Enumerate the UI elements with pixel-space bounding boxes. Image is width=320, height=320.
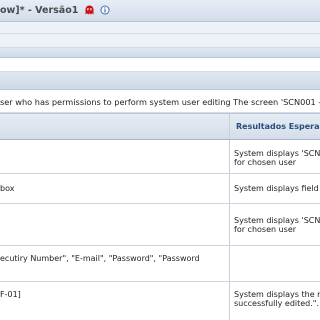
info-icon[interactable] <box>100 5 110 15</box>
steps-table: Resultados Esperad System displays 'SCN0… <box>0 113 320 320</box>
expected-text-line2: for chosen user <box>234 158 297 167</box>
action-cell <box>0 140 230 173</box>
table-row[interactable]: System displays 'SCN0 for chosen user <box>0 140 320 174</box>
action-cell: F-01] <box>0 282 230 320</box>
expected-cell: System displays the m successfully edite… <box>231 282 320 320</box>
action-header-cell <box>0 114 230 139</box>
ghost-icon[interactable] <box>85 5 94 15</box>
expected-cell <box>231 246 320 281</box>
action-text: box <box>0 184 15 193</box>
table-row[interactable]: System displays 'SCN0 for chosen user <box>0 204 320 246</box>
expected-cell: System displays field <box>231 174 320 203</box>
expected-cell: System displays 'SCN0 for chosen user <box>231 140 320 173</box>
expected-results-header: Resultados Esperad <box>236 122 320 131</box>
expected-cell: System displays 'SCN0 for chosen user <box>231 204 320 245</box>
section-header-band-1 <box>0 48 320 58</box>
title-bar: ow]* - Versão1 <box>0 0 320 22</box>
section-band-2 <box>0 34 320 48</box>
action-cell: ecutiry Number", "E-mail", "Password", "… <box>0 246 230 281</box>
description-row: ser who has permissions to perform syste… <box>0 90 320 113</box>
description-text: ser who has permissions to perform syste… <box>0 97 320 107</box>
table-row[interactable]: box System displays field <box>0 174 320 204</box>
window-title-row: ow]* - Versão1 <box>0 5 110 16</box>
expected-header-cell: Resultados Esperad <box>231 114 320 139</box>
section-header-band-2 <box>0 72 320 90</box>
action-text: F-01] <box>0 290 21 299</box>
expected-text-line2: for chosen user <box>234 225 297 234</box>
action-cell: box <box>0 174 230 203</box>
expected-text-line1: System displays field <box>234 184 319 193</box>
action-cell <box>0 204 230 245</box>
test-case-page: ow]* - Versão1 ser who has permissions t… <box>0 0 320 320</box>
section-band-3 <box>0 58 320 72</box>
table-header-row: Resultados Esperad <box>0 114 320 140</box>
table-row[interactable]: F-01] System displays the m successfully… <box>0 282 320 320</box>
action-text: ecutiry Number", "E-mail", "Password", "… <box>0 254 200 263</box>
window-title: ow]* - Versão1 <box>0 5 79 16</box>
section-band-1 <box>0 22 320 34</box>
table-row[interactable]: ecutiry Number", "E-mail", "Password", "… <box>0 246 320 282</box>
expected-text-line2: successfully edited.". <box>234 299 320 308</box>
